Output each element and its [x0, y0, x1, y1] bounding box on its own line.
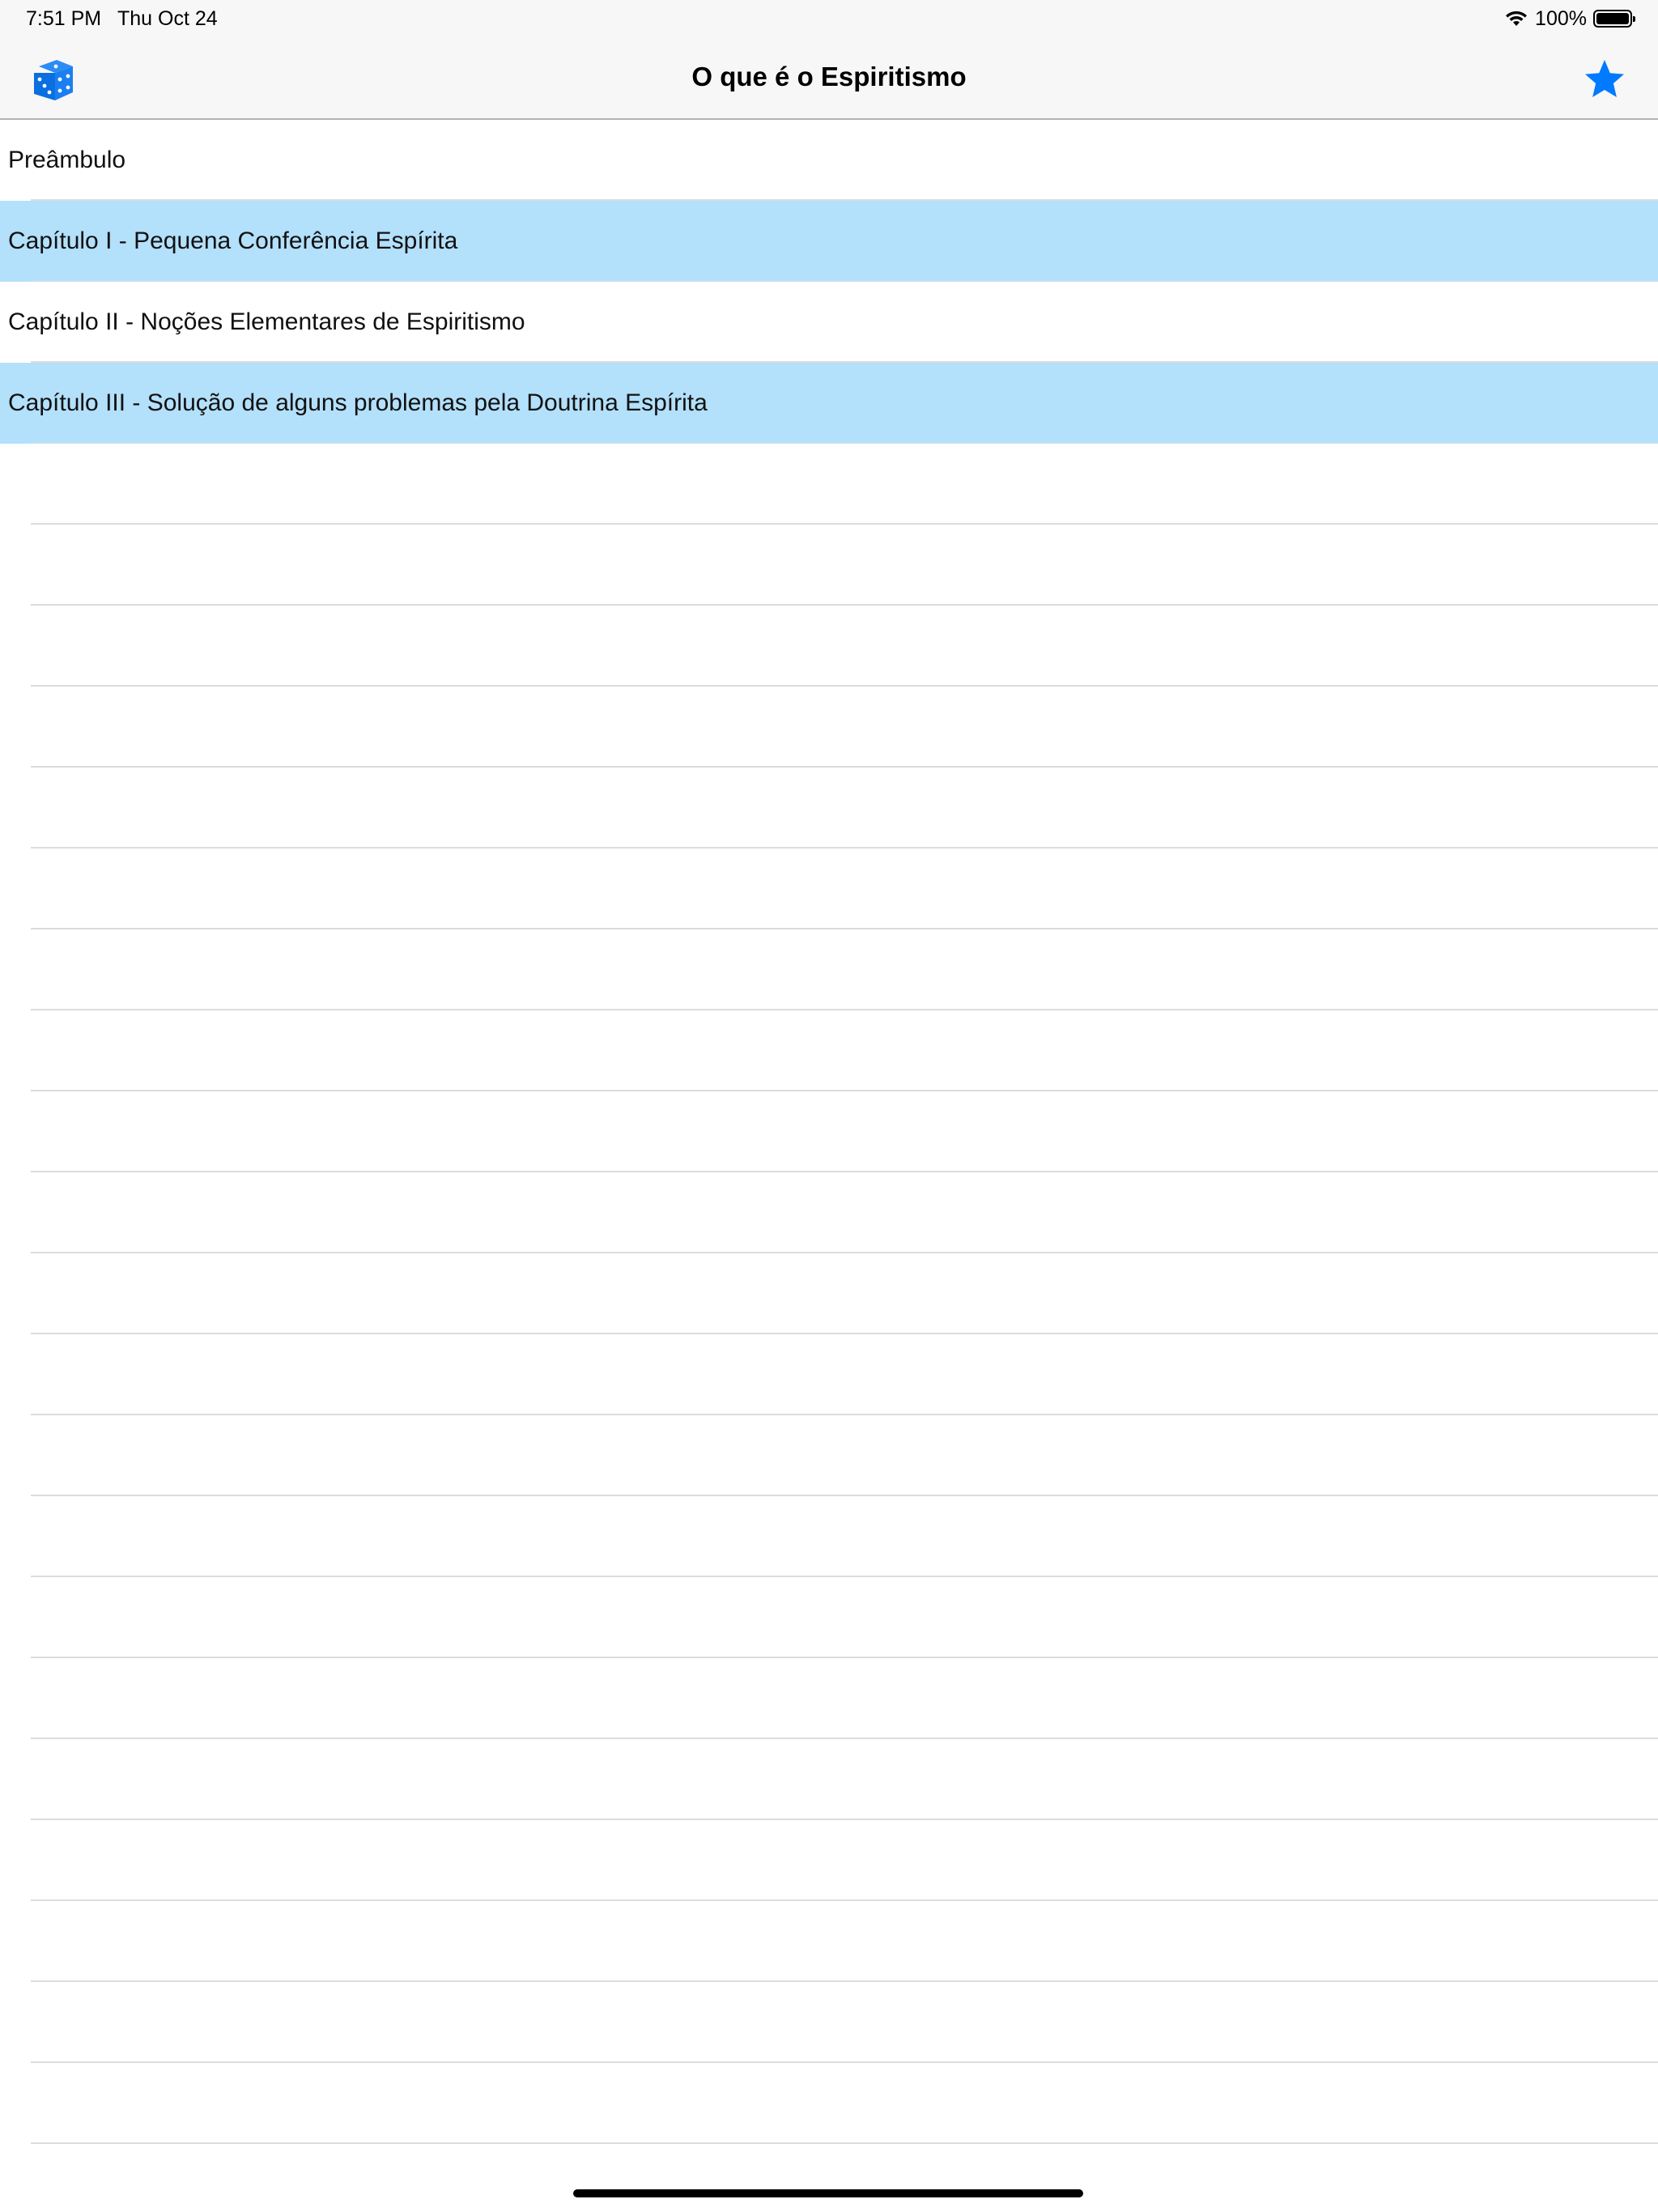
empty-row	[0, 606, 1658, 687]
home-indicator[interactable]	[573, 2189, 1083, 2197]
chapter-label: Capítulo III - Solução de alguns problem…	[8, 389, 708, 416]
star-icon	[1585, 60, 1624, 97]
app-screen: 7:51 PM Thu Oct 24 100% O que é o Espiri…	[0, 0, 1658, 2212]
empty-row	[0, 1658, 1658, 1739]
empty-row	[0, 2063, 1658, 2144]
status-indicators: 100%	[1504, 6, 1635, 31]
chapter-label: Capítulo II - Noções Elementares de Espi…	[8, 308, 525, 335]
wifi-icon	[1504, 10, 1528, 28]
empty-row	[0, 849, 1658, 929]
empty-row	[0, 525, 1658, 606]
status-time: 7:51 PM	[26, 7, 102, 30]
row-separator	[31, 2142, 1658, 2144]
navigation-bar: O que é o Espiritismo	[0, 37, 1658, 120]
empty-row	[0, 1010, 1658, 1091]
empty-row	[0, 1577, 1658, 1658]
chapter-row[interactable]: Preâmbulo	[0, 120, 1658, 201]
battery-percent: 100%	[1535, 6, 1587, 30]
empty-row	[0, 687, 1658, 768]
empty-row	[0, 1739, 1658, 1820]
empty-row	[0, 1901, 1658, 1982]
status-date: Thu Oct 24	[117, 7, 218, 30]
chapter-row[interactable]: Capítulo III - Solução de alguns problem…	[0, 363, 1658, 444]
empty-row	[0, 1091, 1658, 1172]
favorites-button[interactable]	[1582, 57, 1627, 102]
empty-row	[0, 1820, 1658, 1901]
empty-row	[0, 768, 1658, 849]
chapter-label: Preâmbulo	[8, 147, 126, 173]
page-title: O que é o Espiritismo	[691, 62, 967, 91]
chapter-list: Preâmbulo Capítulo I - Pequena Conferênci…	[0, 120, 1658, 2144]
chapter-label: Capítulo I - Pequena Conferência Espírit…	[8, 228, 458, 254]
empty-row	[0, 1172, 1658, 1253]
status-bar: 7:51 PM Thu Oct 24 100%	[0, 0, 1658, 37]
empty-row	[0, 444, 1658, 525]
empty-row	[0, 1334, 1658, 1415]
empty-row	[0, 1415, 1658, 1496]
chapter-row[interactable]: Capítulo I - Pequena Conferência Espírit…	[0, 201, 1658, 282]
empty-row	[0, 1253, 1658, 1334]
chapter-row[interactable]: Capítulo II - Noções Elementares de Espi…	[0, 282, 1658, 363]
battery-fill	[1596, 13, 1629, 24]
empty-row	[0, 1496, 1658, 1577]
battery-icon	[1593, 10, 1635, 28]
empty-row	[0, 929, 1658, 1010]
empty-row	[0, 1982, 1658, 2063]
